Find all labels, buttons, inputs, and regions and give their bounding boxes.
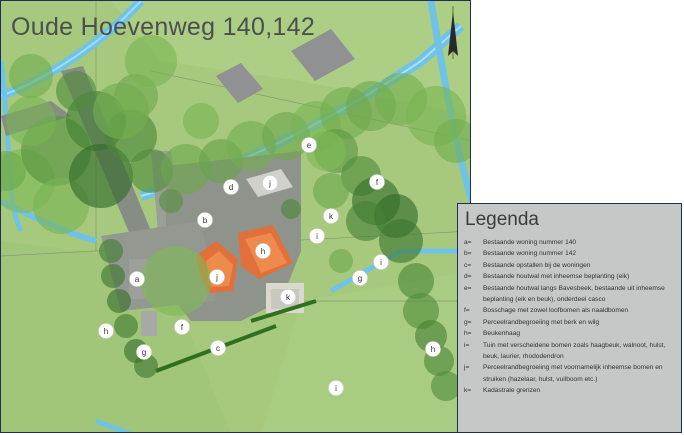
legend-item-text: Bestaande woning nummer 140 bbox=[483, 239, 577, 246]
map-canvas: e d j f b i i g h j a k f c g h i h k bbox=[1, 1, 470, 432]
legend-item-text: beuk, laurier, rhododendron bbox=[483, 353, 564, 361]
legend-item-text: Bestaande houtwal langs Bavesbeek, besta… bbox=[483, 284, 665, 292]
map-marker-i: i bbox=[309, 228, 325, 244]
map-marker-d: d bbox=[223, 179, 239, 195]
legend-item: b= Bestaande woning nummer 142 bbox=[464, 248, 675, 259]
tree-canopy bbox=[9, 54, 53, 98]
tree-canopy bbox=[141, 246, 211, 316]
site-plan-map: e d j f b i i g h j a k f c g h i h k Oude Hoevenweg 140,1… bbox=[0, 0, 471, 433]
map-marker-label: h bbox=[431, 345, 435, 354]
map-marker-label: d bbox=[229, 183, 233, 192]
map-marker-a: a bbox=[129, 271, 145, 287]
map-marker-label: e bbox=[307, 141, 312, 150]
legend-item: i= Tuin met verscheidene bomen zoals haag… bbox=[464, 340, 675, 351]
legend-item-text: Bestaande opstallen bij de woningen bbox=[483, 261, 591, 269]
legend-item: beuk, laurier, rhododendron bbox=[464, 351, 675, 362]
legend-item: f= Bosschage met zowel loofbomen als naal… bbox=[464, 305, 675, 316]
legend-list: a= Bestaande woning nummer 140 b= Bestaande… bbox=[464, 237, 675, 397]
map-marker-label: j bbox=[215, 273, 218, 282]
legend-item: c= Bestaande opstallen bij de woningen bbox=[464, 260, 675, 271]
map-marker-h: h bbox=[98, 323, 114, 339]
legend-item: j= Perceelrandbegroeiing met voornamelijk… bbox=[464, 362, 675, 373]
tree-canopy bbox=[56, 71, 96, 111]
legend-item-key bbox=[464, 374, 483, 385]
legend-item-text: struiken (hazelaar, hulst, vuilboom etc.… bbox=[483, 375, 598, 383]
legend-item-text: Perceelrandbegroeiing met berk en wilg bbox=[483, 318, 600, 326]
map-marker-label: h bbox=[104, 327, 108, 336]
legend-item-key: j= bbox=[464, 364, 470, 372]
tree-canopy bbox=[99, 239, 123, 263]
tree-canopy bbox=[183, 103, 219, 139]
tree-canopy bbox=[125, 35, 177, 87]
legend-title: Legenda bbox=[465, 209, 539, 230]
legend-item-key: e= bbox=[464, 284, 472, 292]
tree-canopy bbox=[398, 263, 434, 299]
legend-item-key: b= bbox=[464, 250, 472, 258]
legend-item: beplanting (eik en beuk), onderdeel casc… bbox=[464, 294, 675, 305]
legend-item-key: i= bbox=[464, 341, 470, 349]
tree-canopy bbox=[313, 173, 349, 209]
legend-item-text: Kadastrale grenzen bbox=[483, 387, 541, 395]
map-marker-label: b bbox=[203, 216, 208, 225]
legend-item-text: Bosschage met zowel loofbomen als naaldb… bbox=[483, 307, 629, 315]
map-marker-g: g bbox=[136, 344, 152, 360]
tree-canopy bbox=[6, 96, 56, 146]
tree-canopy bbox=[93, 83, 149, 139]
map-marker-j: j bbox=[262, 175, 278, 191]
legend-item-key: c= bbox=[464, 261, 472, 269]
legend-item-key: a= bbox=[464, 239, 472, 246]
map-marker-i: i bbox=[328, 380, 344, 396]
legend-item: h= Beukenhaag bbox=[464, 328, 675, 339]
map-marker-c: c bbox=[210, 340, 226, 356]
legend-panel: Legenda a= Bestaande woning nummer 140 b= B… bbox=[457, 203, 682, 433]
legend-item-key: f= bbox=[464, 307, 470, 315]
legend-item-key bbox=[464, 294, 483, 305]
legend-item: struiken (hazelaar, hulst, vuilboom etc.… bbox=[464, 374, 675, 385]
legend-item-text: Bestaande houtwal met inheemse beplantin… bbox=[483, 273, 630, 281]
map-marker-f: f bbox=[369, 174, 385, 190]
map-marker-label: i bbox=[335, 384, 337, 393]
tree-canopy bbox=[101, 264, 125, 288]
map-marker-label: i bbox=[316, 232, 318, 241]
map-marker-h: h bbox=[255, 243, 271, 259]
map-marker-e: e bbox=[301, 137, 317, 153]
legend-item-text: Tuin met verscheidene bomen zoals haagbe… bbox=[483, 341, 666, 349]
map-marker-label: j bbox=[268, 179, 271, 188]
legend-item-key: k= bbox=[464, 387, 472, 395]
legend-item-key: d= bbox=[464, 273, 472, 281]
map-title: Oude Hoevenweg 140,142 bbox=[11, 13, 316, 41]
legend-item-key: h= bbox=[464, 330, 472, 338]
tree-canopy bbox=[329, 249, 353, 273]
tree-canopy bbox=[107, 289, 131, 313]
tree-canopy bbox=[346, 201, 386, 241]
map-marker-label: g bbox=[358, 274, 362, 283]
legend-item: g= Perceelrandbegroeiing met berk en wilg bbox=[464, 317, 675, 328]
map-marker-i: i bbox=[373, 254, 389, 270]
map-marker-label: c bbox=[216, 344, 220, 353]
map-marker-h: h bbox=[425, 341, 441, 357]
legend-item: e= Bestaande houtwal langs Bavesbeek, bes… bbox=[464, 283, 675, 294]
map-marker-k: k bbox=[323, 208, 339, 224]
map-marker-label: h bbox=[261, 247, 265, 256]
legend-item-text: Bestaande woning nummer 142 bbox=[483, 250, 577, 258]
tree-canopy bbox=[281, 199, 301, 219]
legend-item-key bbox=[464, 351, 483, 362]
map-marker-b: b bbox=[197, 212, 213, 228]
map-marker-label: i bbox=[380, 258, 382, 267]
legend-item-text: Perceelrandbegroeiing met voornamelijk i… bbox=[483, 364, 663, 372]
map-marker-j: j bbox=[209, 269, 225, 285]
map-marker-label: a bbox=[135, 275, 140, 284]
tree-canopy bbox=[159, 189, 183, 213]
legend-item: k= Kadastrale grenzen bbox=[464, 385, 675, 396]
legend-item: a= Bestaande woning nummer 140 bbox=[464, 237, 675, 248]
map-marker-f: f bbox=[174, 319, 190, 335]
map-marker-label: g bbox=[142, 348, 146, 357]
tree-canopy bbox=[114, 314, 138, 338]
legend-item: d= Bestaande houtwal met inheemse beplant… bbox=[464, 271, 675, 282]
legend-item-text: Beukenhaag bbox=[483, 330, 521, 338]
map-marker-g: g bbox=[352, 270, 368, 286]
legend-item-text: beplanting (eik en beuk), onderdeel casc… bbox=[483, 296, 606, 304]
legend-item-key: g= bbox=[464, 318, 472, 326]
map-marker-k: k bbox=[280, 289, 296, 305]
